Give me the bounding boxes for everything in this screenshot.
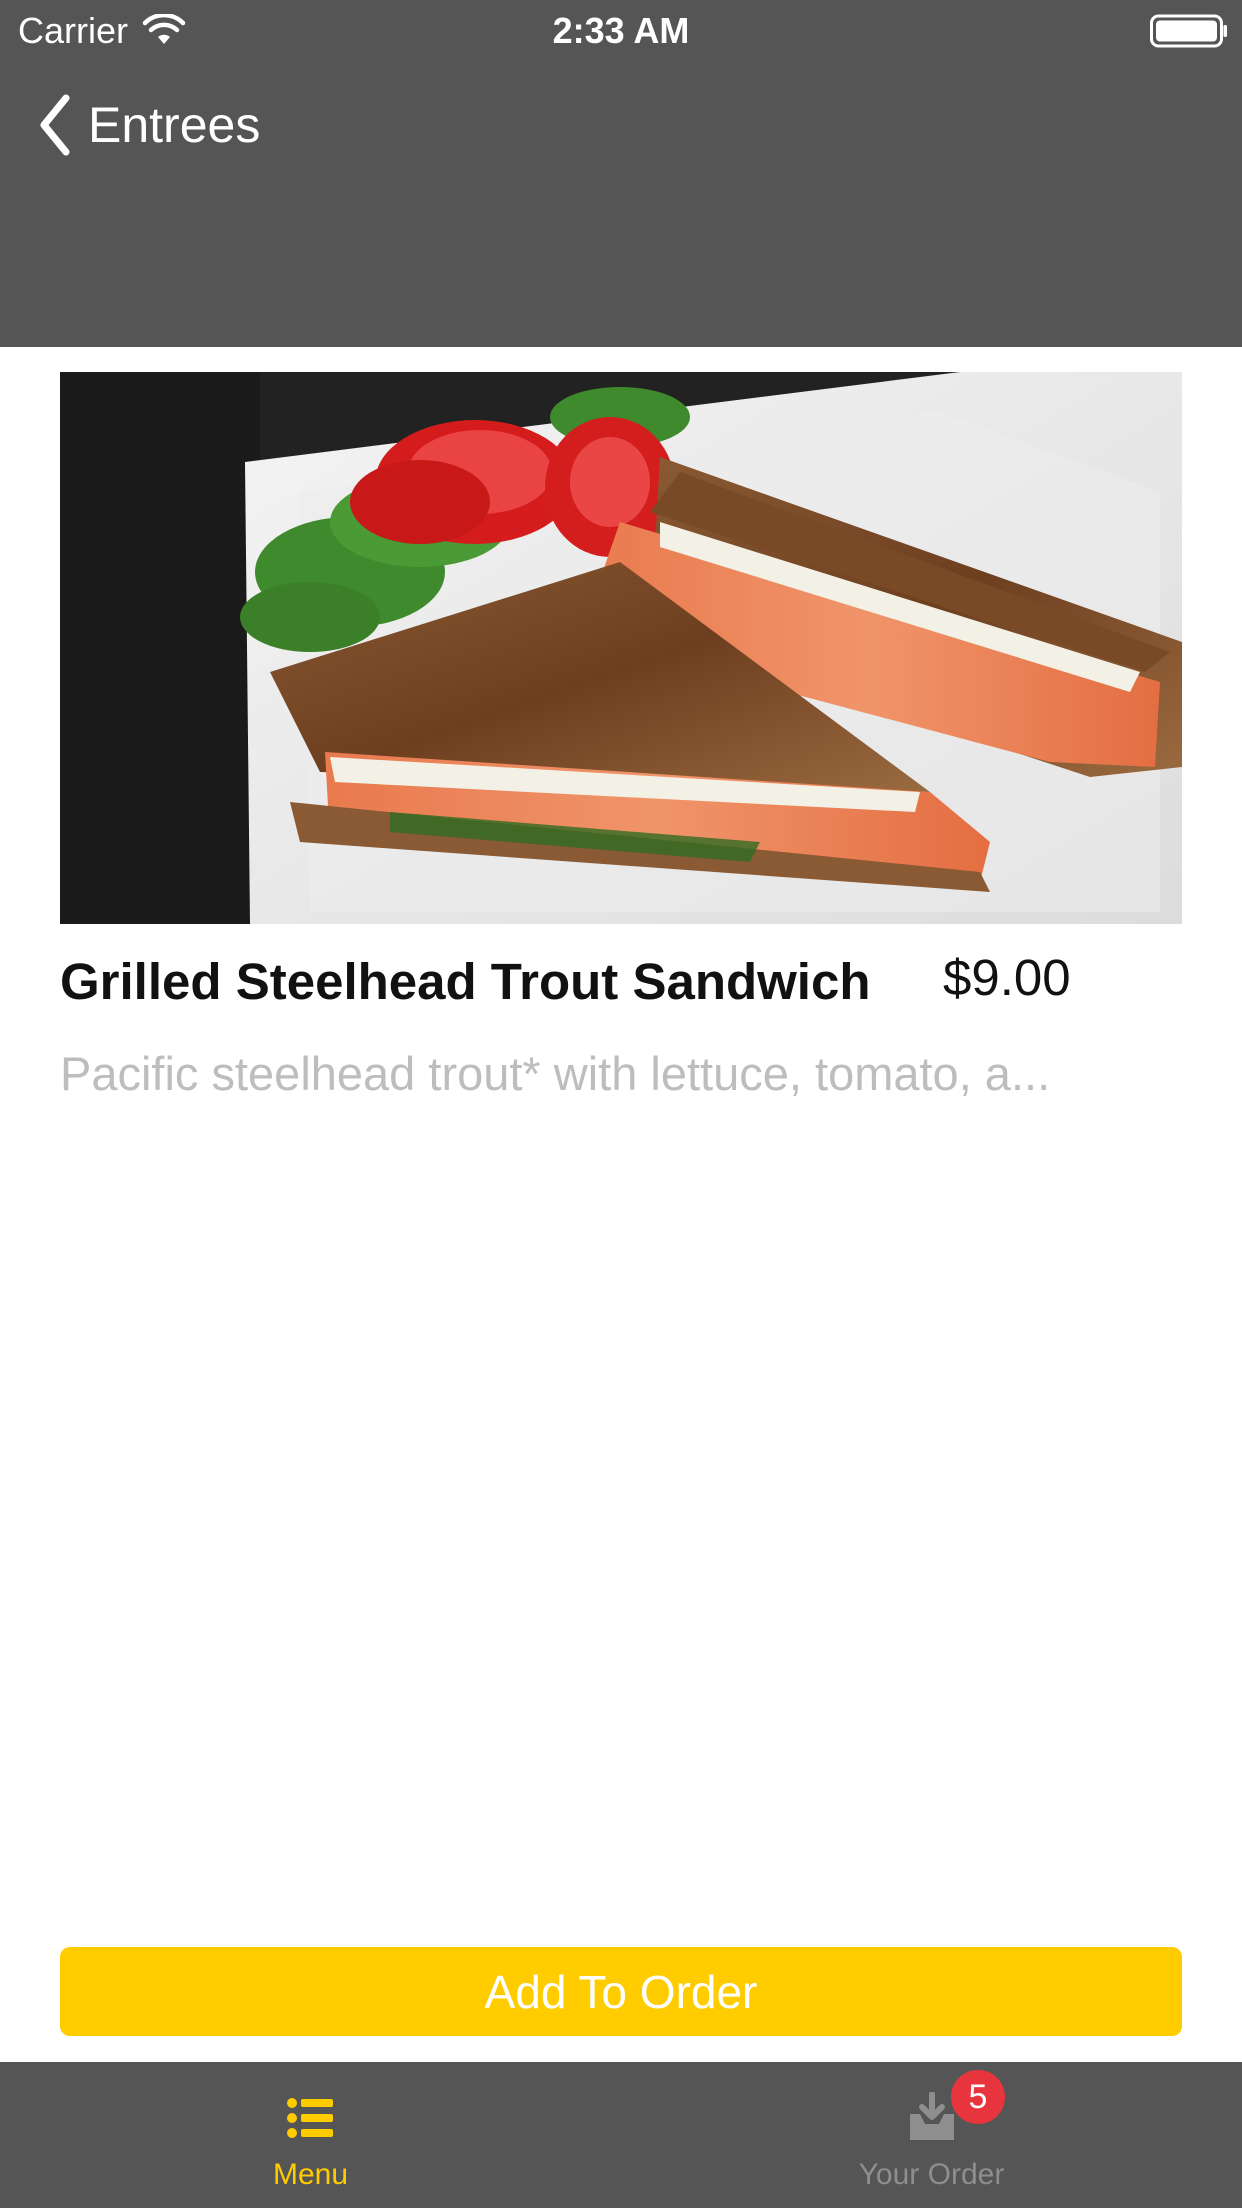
tab-your-order-label: Your Order — [858, 2158, 1005, 2191]
tab-menu[interactable]: Menu — [0, 2062, 621, 2208]
back-button-label: Entrees — [88, 97, 261, 153]
tab-your-order[interactable]: 5 Your Order — [621, 2062, 1242, 2208]
item-description: Pacific steelhead trout* with lettuce, t… — [60, 1047, 1051, 1100]
screen: Carrier 2:33 AM Entrees Grilled Steelhea… — [0, 0, 1242, 2208]
order-count-badge: 5 — [951, 2070, 1005, 2124]
add-to-order-button[interactable]: Add To Order — [60, 1947, 1182, 2036]
item-title: Grilled Steelhead Trout Sandwich — [60, 953, 871, 1010]
header: Carrier 2:33 AM Entrees — [0, 0, 1242, 347]
chevron-left-icon — [40, 94, 70, 156]
item-price: $9.00 — [943, 949, 1071, 1006]
item-photo — [60, 372, 1182, 924]
status-time: 2:33 AM — [552, 10, 690, 51]
sandwich-photo-illustration — [60, 372, 1182, 924]
status-bar: Carrier 2:33 AM — [0, 0, 1242, 62]
tab-menu-label: Menu — [272, 2158, 349, 2191]
battery-icon — [1150, 14, 1227, 48]
order-tray-icon — [909, 2092, 954, 2140]
list-icon — [286, 2098, 333, 2138]
back-button[interactable]: Entrees — [36, 92, 260, 158]
tab-bar: Menu 5 Your Order — [0, 2062, 1242, 2208]
